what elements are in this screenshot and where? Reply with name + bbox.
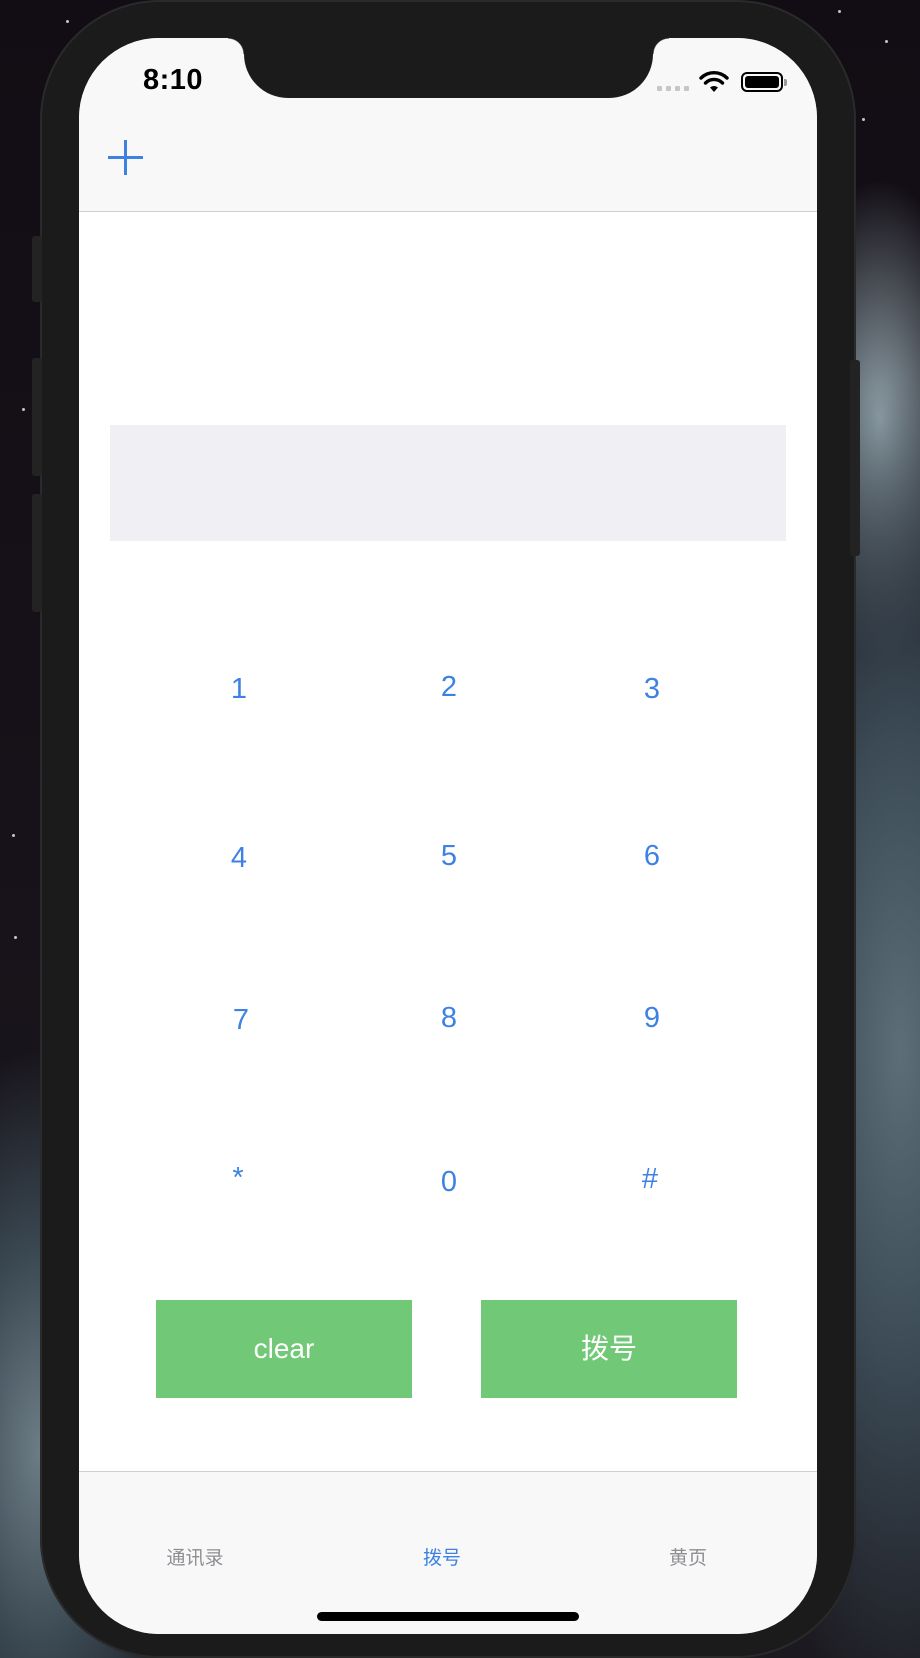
side-button: [32, 358, 42, 476]
side-button: [32, 236, 42, 302]
keypad-key-5[interactable]: 5: [389, 826, 509, 886]
keypad-key-2[interactable]: 2: [389, 657, 509, 717]
phone-number-display: [110, 425, 786, 541]
keypad-key-4[interactable]: 4: [179, 828, 299, 888]
tab-contacts[interactable]: 通讯录: [125, 1542, 265, 1576]
keypad-key-7[interactable]: 7: [181, 990, 301, 1050]
notch: [228, 38, 669, 98]
battery-icon: [741, 72, 787, 92]
phone-screen: 8:10 1 2 3 4 5 6 7 8 9 * 0 # clear 拨号 通讯…: [79, 38, 817, 1634]
tab-dial[interactable]: 拨号: [372, 1542, 512, 1576]
star: [885, 40, 888, 43]
star: [66, 20, 69, 23]
keypad-key-3[interactable]: 3: [592, 659, 712, 719]
keypad-key-8[interactable]: 8: [389, 988, 509, 1048]
keypad-key-9[interactable]: 9: [592, 988, 712, 1048]
home-indicator[interactable]: [317, 1612, 579, 1621]
add-contact-button[interactable]: [105, 137, 147, 179]
wifi-icon: [699, 71, 729, 92]
clear-button[interactable]: clear: [156, 1300, 412, 1398]
cellular-signal-icon: [657, 86, 689, 91]
keypad-key-star[interactable]: *: [178, 1148, 298, 1208]
keypad-key-0[interactable]: 0: [389, 1152, 509, 1212]
star: [12, 834, 15, 837]
side-button: [32, 494, 42, 612]
star: [862, 118, 865, 121]
star: [14, 936, 17, 939]
side-button: [850, 360, 860, 556]
tab-yellow-pages[interactable]: 黄页: [618, 1542, 758, 1576]
keypad-key-1[interactable]: 1: [179, 659, 299, 719]
star: [838, 10, 841, 13]
keypad-key-6[interactable]: 6: [592, 826, 712, 886]
star: [22, 408, 25, 411]
tab-bar: 通讯录 拨号 黄页: [79, 1471, 817, 1634]
keypad-key-hash[interactable]: #: [590, 1149, 710, 1209]
dial-button[interactable]: 拨号: [481, 1300, 737, 1398]
status-time: 8:10: [143, 64, 204, 96]
